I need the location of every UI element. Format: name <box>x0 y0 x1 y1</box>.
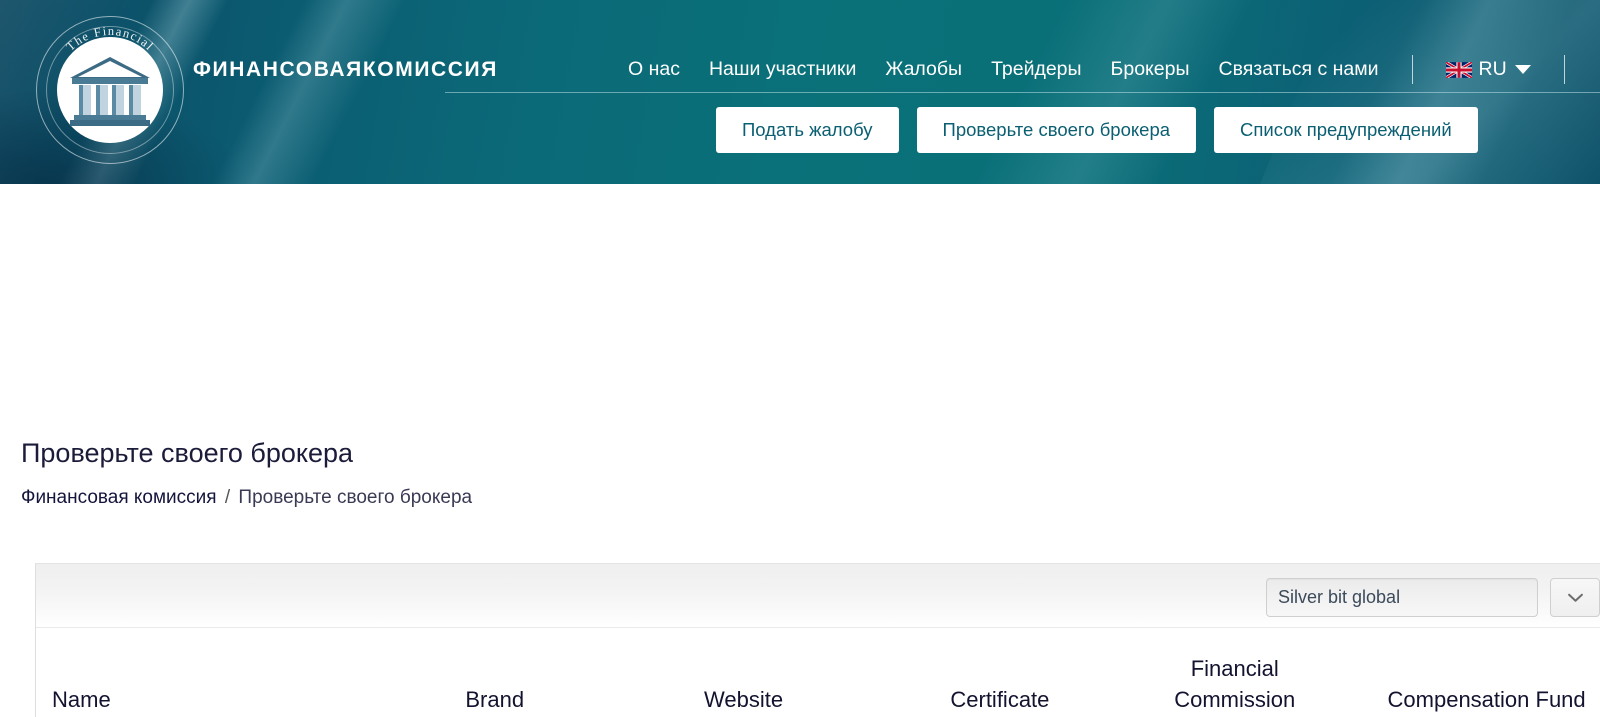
language-switcher[interactable]: RU <box>1445 58 1531 81</box>
check-your-broker-button[interactable]: Проверьте своего брокера <box>916 107 1197 154</box>
warning-list-button[interactable]: Список предупреждений <box>1214 107 1478 154</box>
main-navigation: О нас Наши участники Жалобы Трейдеры Бро… <box>628 55 1600 84</box>
breadcrumb-current: Проверьте своего брокера <box>238 487 473 508</box>
breadcrumb-separator: / <box>224 487 231 508</box>
logo-top-arc-label: The Financial <box>63 24 156 54</box>
search-filter-dropdown-button[interactable] <box>1550 578 1600 617</box>
page-title: Проверьте своего брокера <box>21 438 354 468</box>
nav-item-about[interactable]: О нас <box>628 58 680 81</box>
column-header-membership[interactable]: Financial Commission Membership <box>1131 654 1338 717</box>
broker-search-input[interactable] <box>1266 578 1538 617</box>
broker-search-group <box>1266 578 1600 617</box>
nav-item-traders[interactable]: Трейдеры <box>991 58 1081 81</box>
bank-building-icon <box>70 57 150 126</box>
header-divider <box>445 92 1600 93</box>
financial-commission-logo[interactable]: The Financial Commission <box>36 16 184 164</box>
brand-name: ФИНАНСОВАЯКОМИССИЯ <box>193 58 498 81</box>
file-complaint-button[interactable]: Подать жалобу <box>716 107 899 154</box>
site-header: The Financial Commission ФИНАНСОВАЯКОМИС… <box>0 0 1600 184</box>
column-header-name[interactable]: Name <box>36 685 371 715</box>
column-header-certificate[interactable]: Certificate <box>868 685 1131 715</box>
column-header-website[interactable]: Website <box>619 685 869 715</box>
caret-down-icon <box>1514 65 1531 74</box>
language-code: RU <box>1478 58 1507 80</box>
nav-item-brokers[interactable]: Брокеры <box>1111 58 1190 81</box>
breadcrumb-root-link[interactable]: Финансовая комиссия <box>21 487 217 508</box>
table-header-row: Name Brand Website Certificate Financial… <box>36 628 1600 717</box>
uk-flag-icon <box>1445 61 1472 78</box>
header-cta-buttons: Подать жалобу Проверьте своего брокера С… <box>716 107 1478 154</box>
nav-item-members[interactable]: Наши участники <box>709 58 856 81</box>
column-header-brand[interactable]: Brand <box>371 685 619 715</box>
nav-item-complaints[interactable]: Жалобы <box>885 58 962 81</box>
nav-divider-1 <box>1411 55 1413 84</box>
broker-table-panel: Name Brand Website Certificate Financial… <box>35 563 1600 717</box>
chevron-down-icon <box>1567 593 1583 602</box>
table-toolbar <box>36 564 1600 628</box>
column-header-compensation-fund[interactable]: Compensation Fund <box>1338 685 1600 715</box>
nav-item-contact[interactable]: Связаться с нами <box>1219 58 1379 81</box>
nav-divider-2 <box>1563 55 1565 84</box>
breadcrumb: Финансовая комиссия / Проверьте своего б… <box>21 487 472 509</box>
